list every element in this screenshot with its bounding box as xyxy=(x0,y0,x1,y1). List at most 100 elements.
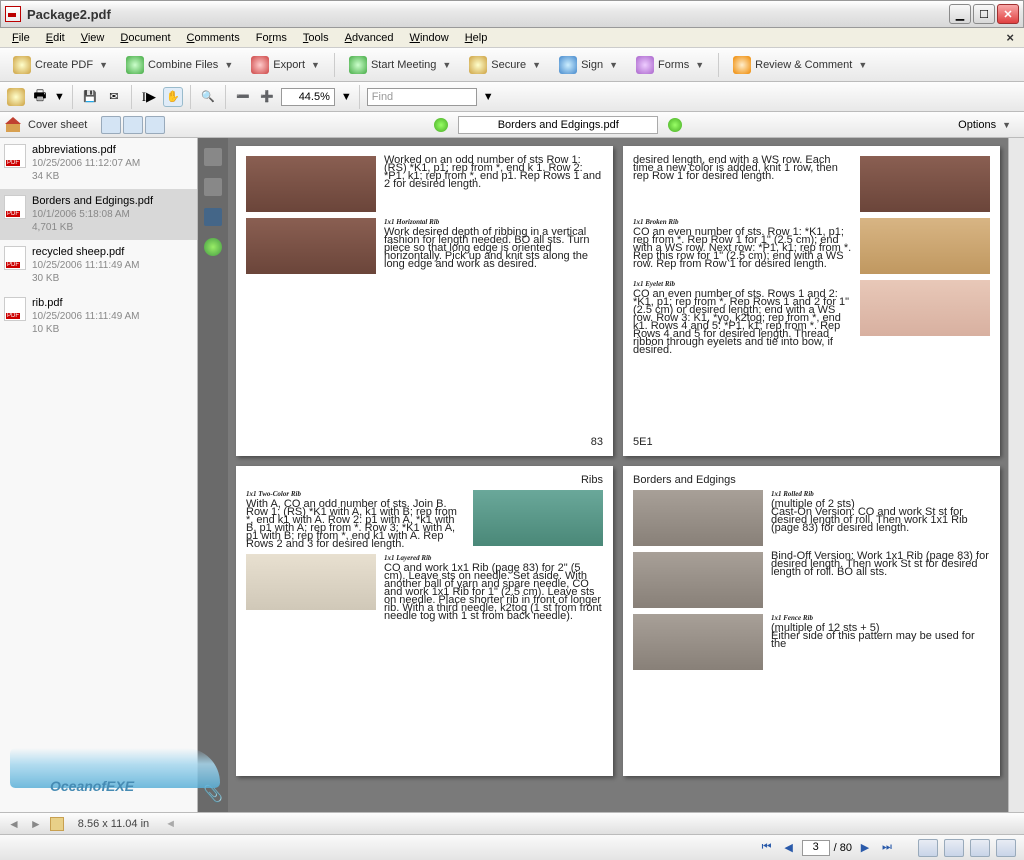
email-button[interactable]: ✉ xyxy=(104,87,124,107)
find-input[interactable]: Find xyxy=(367,88,477,106)
next-doc-button[interactable] xyxy=(668,118,682,132)
prev-page-button[interactable]: ◀ xyxy=(780,839,798,857)
select-tool[interactable]: I▶ xyxy=(139,87,159,107)
export-button[interactable]: Export▼ xyxy=(244,52,327,78)
zoom-input[interactable]: 44.5% xyxy=(281,88,335,106)
menu-file[interactable]: File xyxy=(4,30,38,46)
combine-files-button[interactable]: Combine Files▼ xyxy=(119,52,240,78)
file-date: 10/25/2006 11:11:49 AM xyxy=(32,259,140,272)
pdf-file-icon xyxy=(4,195,26,219)
forms-icon xyxy=(636,56,654,74)
secure-button[interactable]: Secure▼ xyxy=(462,52,548,78)
folder-icon xyxy=(7,88,25,106)
file-item[interactable]: Borders and Edgings.pdf10/1/2006 5:18:08… xyxy=(0,189,197,240)
pdf-page: Ribs 1x1 Two-Color RibWith A, CO an odd … xyxy=(236,466,613,776)
view-list-button[interactable] xyxy=(101,116,121,134)
sign-icon xyxy=(559,56,577,74)
menu-window[interactable]: Window xyxy=(402,30,457,46)
start-meeting-button[interactable]: Start Meeting▼ xyxy=(342,52,458,78)
close-button[interactable]: ✕ xyxy=(997,4,1019,24)
current-doc-name: Borders and Edgings.pdf xyxy=(458,116,658,134)
app-icon xyxy=(5,6,21,22)
file-date: 10/1/2006 5:18:08 AM xyxy=(32,208,153,221)
review-comment-button[interactable]: Review & Comment▼ xyxy=(726,52,874,78)
cover-sheet-link[interactable]: Cover sheet xyxy=(28,119,87,131)
vertical-scrollbar[interactable] xyxy=(1008,138,1024,812)
zoom-in-button[interactable]: ➕ xyxy=(257,87,277,107)
package-navbar: Cover sheet Borders and Edgings.pdf Opti… xyxy=(0,112,1024,138)
window-title: Package2.pdf xyxy=(27,7,111,22)
mdi-close-button[interactable]: × xyxy=(1000,30,1020,45)
pdf-file-icon xyxy=(4,144,26,168)
menu-forms[interactable]: Forms xyxy=(248,30,295,46)
page-total: / 80 xyxy=(834,842,852,854)
page-dimensions: 8.56 x 11.04 in xyxy=(78,818,149,830)
create-pdf-icon xyxy=(13,56,31,74)
file-item[interactable]: abbreviations.pdf10/25/2006 11:12:07 AM3… xyxy=(0,138,197,189)
prev-doc-button[interactable] xyxy=(434,118,448,132)
menu-document[interactable]: Document xyxy=(112,30,178,46)
file-size: 10 KB xyxy=(32,323,140,336)
single-page-view-button[interactable] xyxy=(918,839,938,857)
page-number-input[interactable]: 3 xyxy=(802,840,830,856)
view-detail-button[interactable] xyxy=(123,116,143,134)
pages-panel-icon[interactable] xyxy=(204,148,222,166)
menu-help[interactable]: Help xyxy=(457,30,496,46)
file-size: 4,701 KB xyxy=(32,221,153,234)
export-icon xyxy=(251,56,269,74)
first-page-button[interactable]: ⏮ xyxy=(758,839,776,857)
nav-fwd-button[interactable]: ► xyxy=(28,817,44,831)
combine-icon xyxy=(126,56,144,74)
options-button[interactable]: Options▼ xyxy=(951,115,1018,135)
two-up-view-button[interactable] xyxy=(970,839,990,857)
menu-advanced[interactable]: Advanced xyxy=(337,30,402,46)
view-thumb-button[interactable] xyxy=(145,116,165,134)
continuous-view-button[interactable] xyxy=(944,839,964,857)
file-list-sidebar: abbreviations.pdf10/25/2006 11:12:07 AM3… xyxy=(0,138,198,812)
bookmarks-panel-icon[interactable] xyxy=(204,178,222,196)
save-button[interactable]: 💾 xyxy=(80,87,100,107)
file-item[interactable]: rib.pdf10/25/2006 11:11:49 AM10 KB xyxy=(0,291,197,342)
forms-button[interactable]: Forms▼ xyxy=(629,52,711,78)
last-page-button[interactable]: ⏭ xyxy=(878,839,896,857)
folder-small-icon[interactable] xyxy=(50,817,64,831)
create-pdf-button[interactable]: Create PDF▼ xyxy=(6,52,115,78)
page-nav-bar: ⏮ ◀ 3 / 80 ▶ ⏭ xyxy=(0,834,1024,860)
home-icon[interactable] xyxy=(6,118,22,132)
nav-back-button[interactable]: ◄ xyxy=(6,817,22,831)
two-up-continuous-button[interactable] xyxy=(996,839,1016,857)
pdf-page: Borders and Edgings 1x1 Rolled Rib(multi… xyxy=(623,466,1000,776)
document-view[interactable]: Worked on an odd number of sts Row 1: (R… xyxy=(228,138,1008,812)
menu-tools[interactable]: Tools xyxy=(295,30,337,46)
menubar: File Edit View Document Comments Forms T… xyxy=(0,28,1024,48)
menu-edit[interactable]: Edit xyxy=(38,30,73,46)
signatures-panel-icon[interactable] xyxy=(204,208,222,226)
zoom-tool[interactable]: 🔍 xyxy=(198,87,218,107)
menu-comments[interactable]: Comments xyxy=(179,30,248,46)
print-button[interactable]: 🖶 xyxy=(30,87,50,107)
file-name: abbreviations.pdf xyxy=(32,144,140,157)
pdf-page: desired length, end with a WS row. Each … xyxy=(623,146,1000,456)
file-item[interactable]: recycled sheep.pdf10/25/2006 11:11:49 AM… xyxy=(0,240,197,291)
attachments-icon[interactable]: 📎 xyxy=(203,784,223,804)
hand-tool[interactable]: ✋ xyxy=(163,87,183,107)
review-icon xyxy=(733,56,751,74)
nav-panel-strip: 📎 xyxy=(198,138,228,812)
file-name: Borders and Edgings.pdf xyxy=(32,195,153,208)
pdf-file-icon xyxy=(4,297,26,321)
next-page-button[interactable]: ▶ xyxy=(856,839,874,857)
secondary-toolbar: 🖶▼ 💾 ✉ I▶ ✋ 🔍 ➖ ➕ 44.5%▼ Find▼ xyxy=(0,82,1024,112)
file-size: 30 KB xyxy=(32,272,140,285)
zoom-out-button[interactable]: ➖ xyxy=(233,87,253,107)
sign-button[interactable]: Sign▼ xyxy=(552,52,625,78)
menu-view[interactable]: View xyxy=(73,30,113,46)
titlebar: Package2.pdf ▁ ☐ ✕ xyxy=(0,0,1024,28)
open-button[interactable] xyxy=(6,87,26,107)
secure-icon xyxy=(469,56,487,74)
help-icon[interactable] xyxy=(204,238,222,256)
minimize-button[interactable]: ▁ xyxy=(949,4,971,24)
pdf-page: Worked on an odd number of sts Row 1: (R… xyxy=(236,146,613,456)
file-size: 34 KB xyxy=(32,170,140,183)
status-bar: ◄ ► 8.56 x 11.04 in ◄ xyxy=(0,812,1024,834)
maximize-button[interactable]: ☐ xyxy=(973,4,995,24)
